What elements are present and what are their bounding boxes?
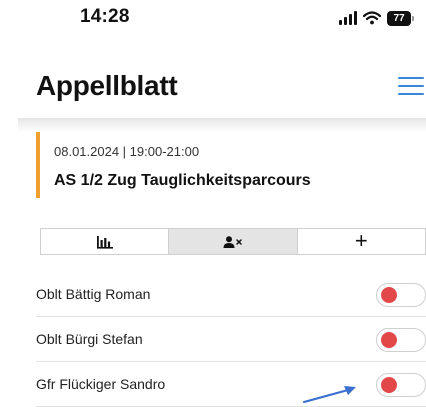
bar-chart-icon: [96, 235, 113, 249]
list-item: Oblt Bürgi Stefan: [36, 317, 426, 362]
battery-icon: 77: [387, 10, 414, 26]
tab-absent[interactable]: [168, 229, 298, 254]
list-item: Oblt Bättig Roman: [36, 272, 426, 317]
toggle-knob: [381, 377, 397, 393]
toggle-knob: [381, 332, 397, 348]
signal-icon: [339, 11, 357, 25]
pointer-arrow-icon: [302, 386, 356, 403]
toggle-knob: [381, 287, 397, 303]
page-title: Appellblatt: [36, 70, 178, 101]
person-name: Gfr Flückiger Sandro: [36, 376, 166, 392]
hamburger-menu-icon[interactable]: [398, 76, 424, 96]
status-bar: 14:28 77: [0, 0, 426, 36]
event-accent-bar: [36, 132, 40, 198]
presence-toggle[interactable]: [376, 373, 426, 397]
person-name: Oblt Bättig Roman: [36, 286, 151, 302]
event-card: 08.01.2024 | 19:00-21:00 AS 1/2 Zug Taug…: [36, 130, 426, 198]
list-item: Gfr Flückiger Sandro: [36, 362, 426, 407]
person-list: Oblt Bättig Roman Oblt Bürgi Stefan Gfr …: [36, 272, 426, 407]
tab-statistics[interactable]: [41, 229, 168, 254]
presence-toggle[interactable]: [376, 328, 426, 352]
person-name: Oblt Bürgi Stefan: [36, 331, 143, 347]
wifi-icon: [363, 11, 381, 25]
person-remove-icon: [223, 235, 242, 248]
event-title: AS 1/2 Zug Tauglichkeitsparcours: [54, 172, 311, 189]
plus-icon: +: [354, 227, 368, 253]
presence-toggle[interactable]: [376, 283, 426, 307]
status-icons: 77: [339, 8, 414, 28]
event-datetime: 08.01.2024 | 19:00-21:00: [54, 144, 200, 159]
status-time: 14:28: [80, 6, 130, 27]
tab-add[interactable]: +: [298, 229, 425, 254]
view-tabs: +: [40, 228, 426, 255]
